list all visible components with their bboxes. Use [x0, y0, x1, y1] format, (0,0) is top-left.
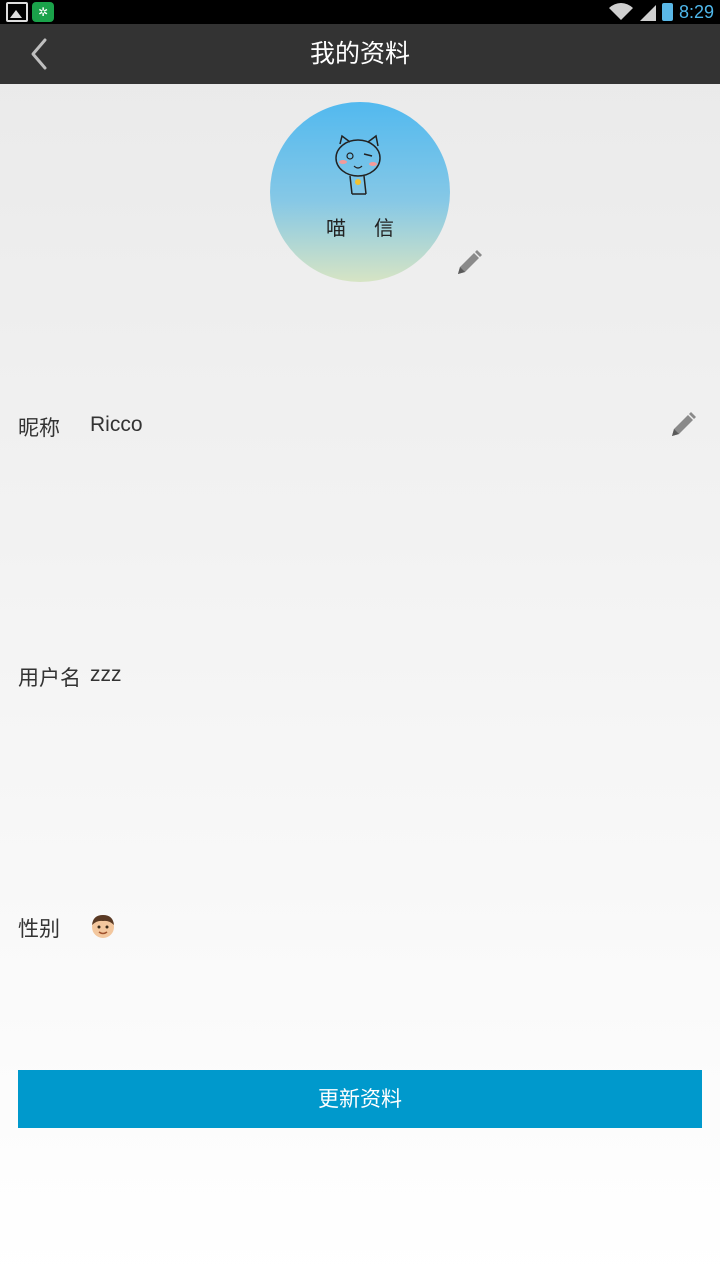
status-time: 8:29 [678, 1, 714, 22]
avatar-text: 喵信 [326, 216, 422, 240]
avatar[interactable]: 喵信 [270, 102, 450, 282]
nickname-label: 昵称 [18, 416, 60, 440]
status-bar: ✲ 8:29 [0, 0, 720, 24]
username-label: 用户名 [18, 666, 81, 690]
update-profile-button[interactable]: 更新资料 [18, 1070, 702, 1128]
wifi-icon [608, 3, 633, 21]
page-title: 我的资料 [309, 39, 410, 68]
male-face-icon[interactable] [89, 912, 117, 940]
app-bar: 我的资料 [0, 24, 720, 84]
status-bar-system: 8:29 [608, 0, 714, 24]
cat-illustration [335, 134, 381, 195]
pencil-icon[interactable] [668, 410, 698, 440]
nickname-value: Ricco [90, 413, 143, 436]
pencil-icon[interactable] [454, 248, 484, 278]
username-value: zzz [90, 663, 122, 686]
gender-label: 性别 [18, 917, 60, 941]
app-icon: ✲ [32, 2, 54, 22]
status-bar-notifications: ✲ [6, 2, 54, 22]
signal-icon [639, 5, 656, 21]
image-icon [6, 2, 28, 22]
battery-icon [661, 3, 673, 21]
